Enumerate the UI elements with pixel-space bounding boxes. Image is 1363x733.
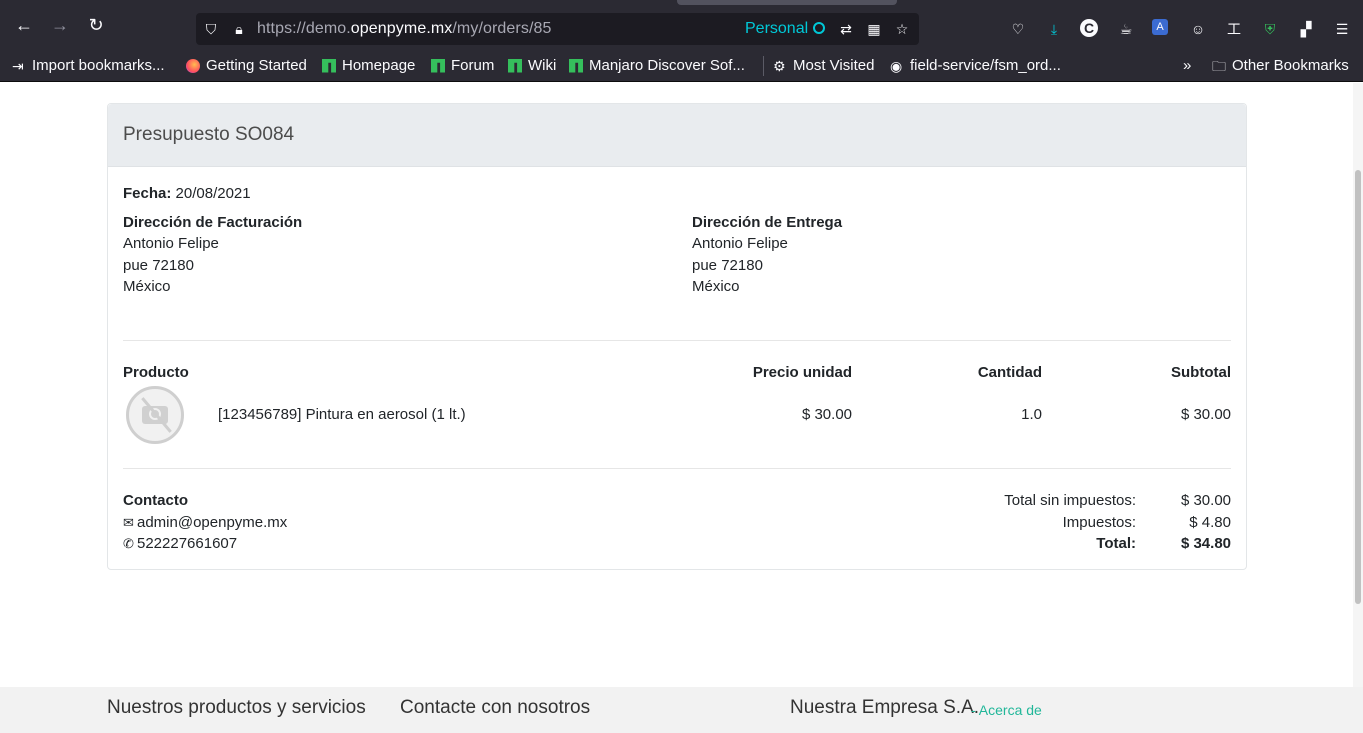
qr-code-icon[interactable]: ▦ bbox=[865, 20, 883, 38]
col-unit-price: Precio unidad bbox=[752, 364, 852, 381]
manjaro-icon bbox=[508, 58, 522, 73]
github-icon: ◉ bbox=[890, 57, 903, 74]
contact-email[interactable]: ✉ admin@openpyme.mx bbox=[123, 514, 287, 531]
manjaro-icon bbox=[322, 58, 336, 73]
col-quantity: Cantidad bbox=[977, 364, 1042, 381]
product-name[interactable]: [123456789] Pintura en aerosol (1 lt.) bbox=[218, 406, 466, 423]
taxes-label: Impuestos: bbox=[1062, 514, 1136, 531]
url-text[interactable]: https://demo.openpyme.mx/my/orders/85 bbox=[257, 20, 552, 38]
container-label[interactable]: Personal bbox=[745, 20, 808, 38]
product-placeholder-image bbox=[126, 386, 184, 444]
bookmark-import[interactable]: ⇥ Import bookmarks... bbox=[12, 57, 165, 74]
order-date: Fecha: 20/08/2021 bbox=[123, 185, 251, 202]
firefox-icon bbox=[186, 58, 200, 73]
footer-company-heading: Nuestra Empresa S.A. bbox=[790, 697, 980, 718]
text-extension-icon[interactable]: 工 bbox=[1224, 19, 1244, 39]
bookmarks-bar: ⇥ Import bookmarks... Getting Started Hom… bbox=[0, 49, 1363, 82]
total-value: $ 34.80 bbox=[1180, 535, 1231, 552]
scrollbar-thumb[interactable] bbox=[1355, 170, 1361, 604]
billing-country: México bbox=[123, 278, 171, 295]
manjaro-icon bbox=[569, 58, 583, 73]
footer-contact-heading: Contacte con nosotros bbox=[400, 697, 591, 718]
lock-icon[interactable]: 🔒︎ bbox=[230, 20, 248, 38]
translate-extension-icon[interactable]: A bbox=[1152, 19, 1168, 35]
tampermonkey-icon[interactable]: ☺︎ bbox=[1188, 19, 1208, 39]
import-icon: ⇥ bbox=[12, 57, 24, 74]
other-bookmarks[interactable]: 🗀︎ Other Bookmarks bbox=[1212, 57, 1349, 74]
billing-name: Antonio Felipe bbox=[123, 235, 219, 252]
bookmarks-overflow-icon[interactable]: » bbox=[1183, 57, 1191, 74]
manjaro-icon bbox=[431, 58, 445, 73]
footer-products-heading: Nuestros productos y servicios bbox=[107, 697, 366, 718]
shipping-heading: Dirección de Entrega bbox=[692, 214, 843, 231]
phone-icon: ✆ bbox=[123, 536, 134, 551]
contact-heading: Contacto bbox=[123, 492, 188, 509]
vpn-shield-icon[interactable]: ⛨ bbox=[1260, 19, 1280, 39]
bookmark-wiki[interactable]: Wiki bbox=[508, 57, 556, 74]
tracking-shield-icon[interactable]: ⛉ bbox=[202, 20, 220, 38]
shipping-name: Antonio Felipe bbox=[692, 235, 788, 252]
extension-icon[interactable]: ☕︎ bbox=[1116, 19, 1136, 39]
bookmark-getting-started[interactable]: Getting Started bbox=[186, 57, 307, 74]
bookmarks-separator bbox=[763, 56, 764, 76]
untaxed-label: Total sin impuestos: bbox=[1004, 492, 1136, 509]
billing-address-line: pue 72180 bbox=[123, 257, 194, 274]
container-fingerprint-icon bbox=[813, 22, 825, 34]
extensions-icon[interactable]: ▞ bbox=[1296, 19, 1316, 39]
gear-icon: ⚙ bbox=[773, 57, 786, 74]
shipping-address-line: pue 72180 bbox=[692, 257, 763, 274]
product-quantity: 1.0 bbox=[1021, 406, 1042, 423]
tab-strip-hint bbox=[677, 0, 897, 5]
col-subtotal: Subtotal bbox=[1171, 364, 1231, 381]
forward-icon[interactable]: → bbox=[50, 15, 70, 35]
bookmark-homepage[interactable]: Homepage bbox=[322, 57, 415, 74]
reload-icon[interactable]: ↻ bbox=[86, 15, 106, 35]
bookmark-field-service[interactable]: ◉ field-service/fsm_ord... bbox=[890, 57, 1061, 74]
bookmark-manjaro-discover[interactable]: Manjaro Discover Sof... bbox=[569, 57, 745, 74]
billing-heading: Dirección de Facturación bbox=[123, 214, 303, 231]
order-title: Presupuesto SO084 bbox=[108, 104, 1246, 167]
untaxed-value: $ 30.00 bbox=[1180, 492, 1231, 509]
taxes-value: $ 4.80 bbox=[1189, 514, 1231, 531]
total-label: Total: bbox=[1096, 535, 1136, 552]
bookmark-most-visited[interactable]: ⚙ Most Visited bbox=[773, 57, 874, 74]
menu-icon[interactable]: ☰ bbox=[1332, 19, 1352, 39]
grammar-extension-icon[interactable]: C bbox=[1080, 19, 1098, 37]
url-bar[interactable]: ⛉ 🔒︎ https://demo.openpyme.mx/my/orders/… bbox=[196, 13, 919, 45]
folder-icon: 🗀︎ bbox=[1212, 57, 1226, 74]
translate-icon[interactable]: ⇄ bbox=[837, 20, 855, 38]
bookmark-star-icon[interactable]: ☆ bbox=[893, 20, 911, 38]
back-icon[interactable]: ← bbox=[14, 15, 34, 35]
pocket-icon[interactable]: ♡ bbox=[1008, 19, 1028, 39]
divider bbox=[123, 468, 1231, 469]
downloads-icon[interactable]: ⤓ bbox=[1044, 19, 1064, 39]
divider bbox=[123, 340, 1231, 341]
product-subtotal: $ 30.00 bbox=[1180, 406, 1231, 423]
about-link[interactable]: - Acerca de bbox=[971, 702, 1042, 718]
product-unit-price: $ 30.00 bbox=[801, 406, 852, 423]
envelope-icon: ✉ bbox=[123, 515, 134, 530]
browser-toolbar: ← → ↻ ⛉ 🔒︎ https://demo.openpyme.mx/my/o… bbox=[0, 0, 1363, 49]
contact-phone[interactable]: ✆ 522227661607 bbox=[123, 535, 237, 552]
shipping-country: México bbox=[692, 278, 740, 295]
col-product: Producto bbox=[123, 364, 189, 381]
page-scrollbar[interactable] bbox=[1353, 83, 1363, 733]
bookmark-forum[interactable]: Forum bbox=[431, 57, 494, 74]
